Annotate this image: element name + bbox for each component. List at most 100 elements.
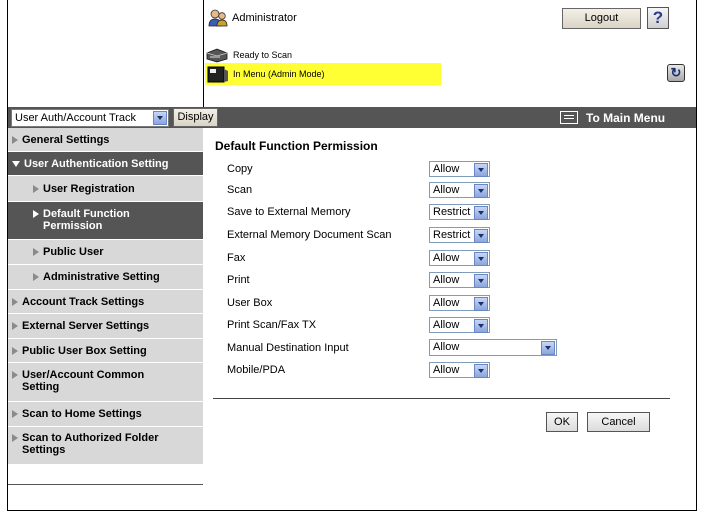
sidebar-item-label: Public User Box Setting — [22, 344, 147, 357]
main-menu-icon — [560, 111, 578, 124]
sidebar-item-user-authentication-setting[interactable]: User Authentication Setting — [8, 152, 203, 176]
label-external-memory-document-scan: External Memory Document Scan — [227, 229, 392, 241]
sidebar-item-account-track-settings[interactable]: Account Track Settings — [8, 290, 203, 314]
sidebar-bottom-line — [8, 484, 203, 485]
triangle-right-icon — [12, 135, 18, 144]
sidebar-item-label: User Authentication Setting — [24, 157, 169, 170]
sidebar-item-label: User/Account Common Setting — [22, 369, 145, 393]
scanner-icon — [206, 48, 228, 63]
chevron-down-icon[interactable] — [474, 274, 488, 288]
sidebar-item-external-server-settings[interactable]: External Server Settings — [8, 314, 203, 339]
status-menu: In Menu (Admin Mode) — [205, 63, 441, 85]
refresh-button[interactable]: ↻ — [667, 64, 685, 82]
display-button[interactable]: Display — [173, 108, 218, 127]
copy-permission-select[interactable]: Allow — [429, 161, 490, 177]
sidebar-item-label: General Settings — [22, 133, 110, 146]
label-scan: Scan — [227, 184, 253, 196]
chevron-down-icon[interactable] — [541, 341, 555, 355]
sidebar-item-label: Scan to Home Settings — [22, 408, 142, 420]
ok-button[interactable]: OK — [546, 412, 578, 432]
sidebar-item-public-user-box-setting[interactable]: Public User Box Setting — [8, 339, 203, 363]
user-box-permission-select[interactable]: Allow — [429, 295, 490, 311]
select-value: Allow — [433, 297, 460, 309]
sidebar-item-scan-to-home-settings[interactable]: Scan to Home Settings — [8, 402, 203, 427]
select-value: Allow — [433, 319, 460, 331]
sidebar-item-label: User Registration — [43, 182, 135, 195]
mode-select-value: User Auth/Account Track — [15, 112, 137, 124]
chevron-down-icon[interactable] — [474, 319, 488, 333]
mobile-pda-permission-select[interactable]: Allow — [429, 362, 490, 378]
select-value: Restrict — [433, 206, 471, 218]
label-manual-destination-input: Manual Destination Input — [227, 342, 349, 354]
page-title: Default Function Permission — [215, 139, 378, 153]
chevron-down-icon[interactable] — [474, 184, 488, 198]
triangle-right-icon — [12, 434, 18, 442]
sidebar-item-label: Default Function Permission — [43, 208, 130, 232]
triangle-right-icon — [12, 346, 18, 355]
administrator-label: Administrator — [232, 12, 297, 24]
label-copy: Copy — [227, 163, 253, 175]
chevron-down-icon[interactable] — [474, 163, 488, 177]
label-fax: Fax — [227, 252, 246, 264]
sidebar-item-label: External Server Settings — [22, 320, 150, 332]
sidebar-item-label: Administrative Setting — [43, 271, 160, 283]
logout-button[interactable]: Logout — [562, 8, 641, 29]
triangle-right-icon — [12, 322, 18, 330]
select-value: Allow — [433, 341, 460, 353]
chevron-down-icon[interactable] — [474, 229, 488, 243]
chevron-down-icon[interactable] — [474, 297, 488, 311]
status-ready-text: Ready to Scan — [233, 50, 293, 60]
triangle-right-icon — [33, 273, 39, 281]
select-value: Allow — [433, 274, 460, 286]
sidebar-item-label: Public User — [43, 246, 104, 258]
triangle-right-icon — [33, 248, 39, 256]
label-print-scan-fax-tx: Print Scan/Fax TX — [227, 319, 317, 331]
scan-permission-select[interactable]: Allow — [429, 182, 490, 198]
fax-permission-select[interactable]: Allow — [429, 250, 490, 266]
machine-icon — [207, 66, 228, 83]
sidebar-item-general-settings[interactable]: General Settings — [8, 128, 203, 152]
select-value: Allow — [433, 252, 460, 264]
sidebar-item-label: Scan to Authorized Folder Settings — [22, 432, 159, 456]
sidebar-item-scan-to-authorized-folder-settings[interactable]: Scan to Authorized Folder Settings — [8, 427, 203, 465]
label-save-to-external-memory: Save to External Memory — [227, 206, 351, 218]
sidebar-item-user-registration[interactable]: User Registration — [8, 176, 203, 202]
to-main-menu-label: To Main Menu — [586, 110, 666, 125]
print-scan-fax-tx-select[interactable]: Allow — [429, 317, 490, 333]
save-to-external-memory-select[interactable]: Restrict — [429, 204, 490, 220]
chevron-down-icon[interactable] — [474, 252, 488, 266]
sidebar: General Settings User Authentication Set… — [8, 128, 203, 465]
chevron-down-icon[interactable] — [474, 364, 488, 378]
help-button[interactable]: ? — [647, 7, 669, 29]
cancel-button[interactable]: Cancel — [587, 412, 650, 432]
triangle-right-icon — [12, 297, 18, 306]
header-divider — [203, 0, 204, 107]
print-permission-select[interactable]: Allow — [429, 272, 490, 288]
label-mobile-pda: Mobile/PDA — [227, 364, 286, 376]
chevron-down-icon[interactable] — [474, 206, 488, 220]
admin-indicator: Administrator — [208, 8, 297, 28]
refresh-icon: ↻ — [670, 65, 682, 80]
label-print: Print — [227, 274, 250, 286]
manual-destination-input-select[interactable]: Allow — [429, 339, 557, 356]
select-value: Allow — [433, 184, 460, 196]
triangle-down-icon — [12, 160, 20, 167]
label-user-box: User Box — [227, 297, 273, 309]
sidebar-item-label: Account Track Settings — [22, 295, 145, 308]
sidebar-item-public-user[interactable]: Public User — [8, 240, 203, 265]
status-menu-text: In Menu (Admin Mode) — [233, 69, 325, 79]
select-value: Allow — [433, 364, 460, 376]
mode-select[interactable]: User Auth/Account Track — [11, 109, 169, 127]
triangle-right-icon — [12, 371, 18, 379]
triangle-right-icon — [33, 210, 39, 218]
sidebar-item-default-function-permission[interactable]: Default Function Permission — [8, 202, 203, 240]
sidebar-item-administrative-setting[interactable]: Administrative Setting — [8, 265, 203, 290]
content-divider — [213, 398, 670, 399]
triangle-right-icon — [12, 410, 18, 418]
triangle-right-icon — [33, 184, 39, 193]
select-value: Restrict — [433, 229, 471, 241]
sidebar-item-user-account-common-setting[interactable]: User/Account Common Setting — [8, 363, 203, 402]
chevron-down-icon[interactable] — [153, 111, 167, 125]
to-main-menu-link[interactable]: To Main Menu — [560, 108, 665, 127]
external-memory-document-scan-select[interactable]: Restrict — [429, 227, 490, 243]
